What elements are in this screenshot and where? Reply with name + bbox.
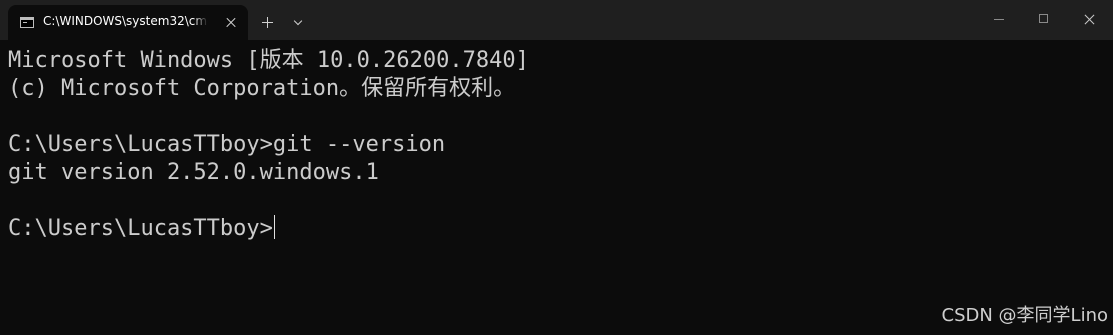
prompt-text: C:\Users\LucasTTboy>	[8, 216, 273, 241]
tab-title: C:\WINDOWS\system32\cmd.exe	[43, 14, 208, 28]
close-tab-icon[interactable]	[221, 13, 241, 33]
terminal-window: C:\WINDOWS\system32\cmd.exe Microsoft Wi…	[0, 0, 1113, 335]
text-cursor	[273, 215, 276, 239]
maximize-icon[interactable]	[1021, 0, 1067, 40]
terminal-line: (c) Microsoft Corporation。保留所有权利。	[8, 76, 516, 101]
tab-cmd[interactable]: C:\WINDOWS\system32\cmd.exe	[8, 5, 248, 40]
close-icon[interactable]	[1067, 0, 1113, 40]
prompt-line[interactable]: C:\Users\LucasTTboy>	[8, 215, 1108, 243]
terminal-line: C:\Users\LucasTTboy>git --version	[8, 132, 446, 157]
terminal-output[interactable]: Microsoft Windows [版本 10.0.26200.7840] (…	[8, 47, 1108, 327]
chevron-down-icon[interactable]	[289, 12, 309, 32]
title-bar[interactable]: C:\WINDOWS\system32\cmd.exe	[0, 0, 1113, 40]
console-icon	[20, 17, 34, 28]
terminal-line: Microsoft Windows [版本 10.0.26200.7840]	[8, 48, 529, 73]
minimize-icon[interactable]	[976, 0, 1022, 40]
plus-icon[interactable]	[257, 12, 277, 32]
terminal-line: git version 2.52.0.windows.1	[8, 160, 379, 185]
watermark: CSDN @李同学Lino	[941, 305, 1109, 326]
